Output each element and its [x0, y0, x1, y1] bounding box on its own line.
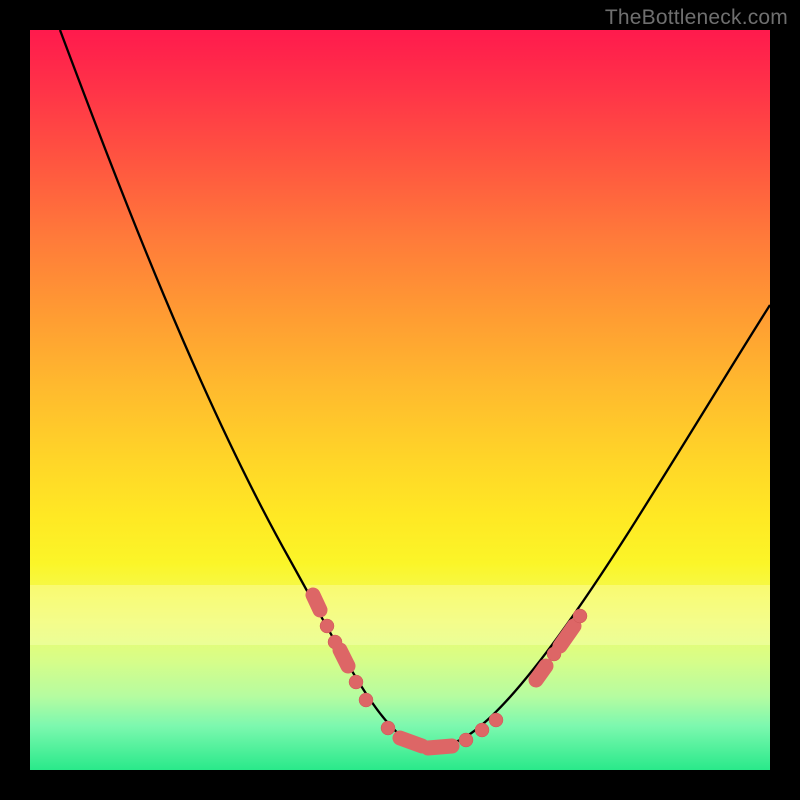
marker-segment — [313, 595, 320, 610]
marker-dot — [489, 713, 503, 727]
marker-segment — [428, 746, 452, 748]
marker-dot — [573, 609, 587, 623]
watermark-text: TheBottleneck.com — [605, 6, 788, 30]
marker-segment — [536, 666, 546, 680]
marker-dot — [381, 721, 395, 735]
chart-plot-area — [30, 30, 770, 770]
chart-svg — [30, 30, 770, 770]
marker-segment — [340, 650, 348, 666]
bottleneck-curve — [60, 30, 770, 746]
marker-dot — [475, 723, 489, 737]
marker-dot — [459, 733, 473, 747]
marker-dot — [359, 693, 373, 707]
marker-dot — [349, 675, 363, 689]
marker-segment — [400, 738, 422, 746]
marker-dot — [320, 619, 334, 633]
